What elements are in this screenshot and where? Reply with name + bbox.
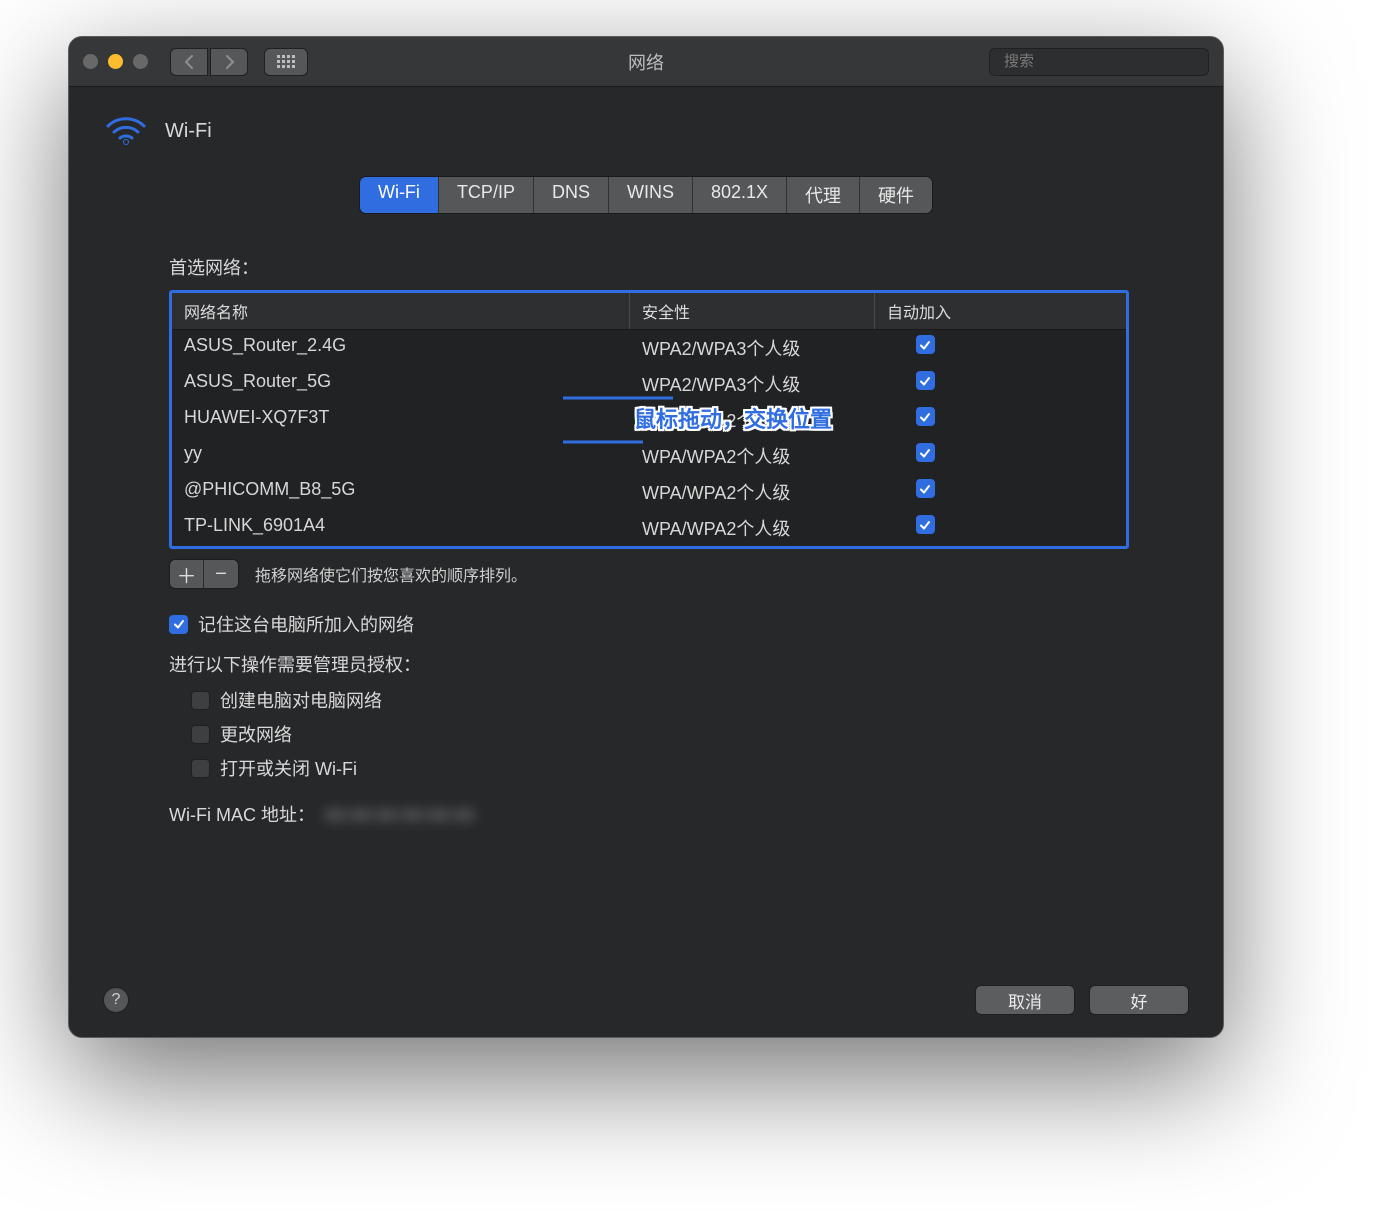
network-wifi-advanced-window: 网络 Wi-Fi Wi-Fi TCP [68, 36, 1224, 1038]
admin-toggle-wifi-checkbox[interactable] [191, 759, 210, 778]
remember-networks-label: 记住这台电脑所加入的网络 [198, 611, 414, 637]
col-security[interactable]: 安全性 [630, 293, 875, 329]
cell-name: @PHICOMM_B8_5G [172, 477, 630, 507]
search-field[interactable] [989, 48, 1209, 76]
cell-name: ASUS_Router_5G [172, 369, 630, 399]
ok-button[interactable]: 好 [1089, 985, 1189, 1015]
preferred-networks-label: 首选网络： [169, 254, 1129, 280]
mac-address-value: xx:xx:xx:xx:xx:xx [325, 804, 475, 825]
admin-toggle-wifi-label: 打开或关闭 Wi-Fi [220, 755, 357, 781]
cancel-button[interactable]: 取消 [975, 985, 1075, 1015]
col-name[interactable]: 网络名称 [172, 293, 630, 329]
cell-name: TP-LINK_6901A4 [172, 513, 630, 543]
tab-tcpip[interactable]: TCP/IP [439, 177, 534, 213]
auto-join-checkbox[interactable] [916, 443, 935, 462]
table-row[interactable]: HUAWEI-XQ7F3T WPA/WPA2个人级 [172, 402, 1126, 438]
tab-hardware[interactable]: 硬件 [860, 177, 932, 213]
remove-network-button[interactable]: − [204, 560, 238, 588]
auto-join-checkbox[interactable] [916, 407, 935, 426]
auto-join-checkbox[interactable] [916, 335, 935, 354]
tab-dns[interactable]: DNS [534, 177, 609, 213]
table-row[interactable]: ASUS_Router_2.4G WPA2/WPA3个人级 [172, 330, 1126, 366]
cell-name: yy [172, 441, 630, 471]
forward-button[interactable] [210, 48, 248, 76]
admin-change-network-checkbox[interactable] [191, 725, 210, 744]
cell-security: WPA/WPA2个人级 [630, 477, 875, 507]
back-button[interactable] [170, 48, 208, 76]
cell-security: WPA2/WPA3个人级 [630, 369, 875, 399]
admin-options: 创建电脑对电脑网络 更改网络 打开或关闭 Wi-Fi [191, 687, 1129, 781]
content: Wi-Fi Wi-Fi TCP/IP DNS WINS 802.1X 代理 硬件… [69, 87, 1223, 1037]
search-input[interactable] [1004, 53, 1203, 70]
table-row[interactable]: yy WPA/WPA2个人级 [172, 438, 1126, 474]
col-auto-join[interactable]: 自动加入 [875, 293, 975, 329]
help-button[interactable]: ? [103, 987, 129, 1013]
remember-networks-checkbox[interactable] [169, 615, 188, 634]
table-row[interactable]: ASUS_Router_5G WPA2/WPA3个人级 [172, 366, 1126, 402]
admin-create-adhoc-label: 创建电脑对电脑网络 [220, 687, 382, 713]
admin-required-label: 进行以下操作需要管理员授权： [169, 651, 1129, 677]
table-row[interactable]: TP-LINK_6901A4 WPA/WPA2个人级 [172, 510, 1126, 546]
preferred-networks-table[interactable]: 网络名称 安全性 自动加入 ASUS_Router_2.4G WPA2/WPA3… [169, 290, 1129, 549]
auto-join-checkbox[interactable] [916, 479, 935, 498]
table-header: 网络名称 安全性 自动加入 [172, 293, 1126, 330]
minimize-button[interactable] [108, 54, 123, 69]
cell-name: ASUS_Router_2.4G [172, 333, 630, 363]
cell-security: WPA/WPA2个人级 [630, 513, 875, 543]
cell-security: WPA/WPA2个人级 [630, 441, 875, 471]
tabs: Wi-Fi TCP/IP DNS WINS 802.1X 代理 硬件 [359, 176, 933, 214]
titlebar: 网络 [69, 37, 1223, 87]
maximize-button[interactable] [133, 54, 148, 69]
mac-address-label: Wi-Fi MAC 地址： [169, 801, 315, 827]
show-all-button[interactable] [264, 48, 308, 76]
admin-create-adhoc-checkbox[interactable] [191, 691, 210, 710]
add-network-button[interactable]: ＋ [170, 560, 204, 588]
nav-buttons [170, 48, 248, 76]
cell-name: HUAWEI-XQ7F3T [172, 405, 630, 435]
traffic-lights [83, 54, 148, 69]
cell-security: WPA2/WPA3个人级 [630, 333, 875, 363]
table-row[interactable]: @PHICOMM_B8_5G WPA/WPA2个人级 [172, 474, 1126, 510]
wifi-tab-body: 首选网络： 网络名称 安全性 自动加入 ASUS_Router_2.4G WPA… [169, 254, 1129, 827]
close-button[interactable] [83, 54, 98, 69]
tab-8021x[interactable]: 802.1X [693, 177, 787, 213]
auto-join-checkbox[interactable] [916, 371, 935, 390]
footer: ? 取消 好 [103, 959, 1189, 1015]
tab-proxy[interactable]: 代理 [787, 177, 860, 213]
reorder-hint: 拖移网络使它们按您喜欢的顺序排列。 [255, 562, 527, 586]
cell-security: WPA/WPA2个人级 [630, 405, 875, 435]
wifi-header: Wi-Fi [105, 113, 1189, 150]
tab-wifi[interactable]: Wi-Fi [360, 177, 439, 213]
wifi-icon [105, 113, 147, 150]
wifi-title: Wi-Fi [165, 120, 212, 143]
auto-join-checkbox[interactable] [916, 515, 935, 534]
add-remove-buttons: ＋ − [169, 559, 239, 589]
tab-wins[interactable]: WINS [609, 177, 693, 213]
admin-change-network-label: 更改网络 [220, 721, 292, 747]
